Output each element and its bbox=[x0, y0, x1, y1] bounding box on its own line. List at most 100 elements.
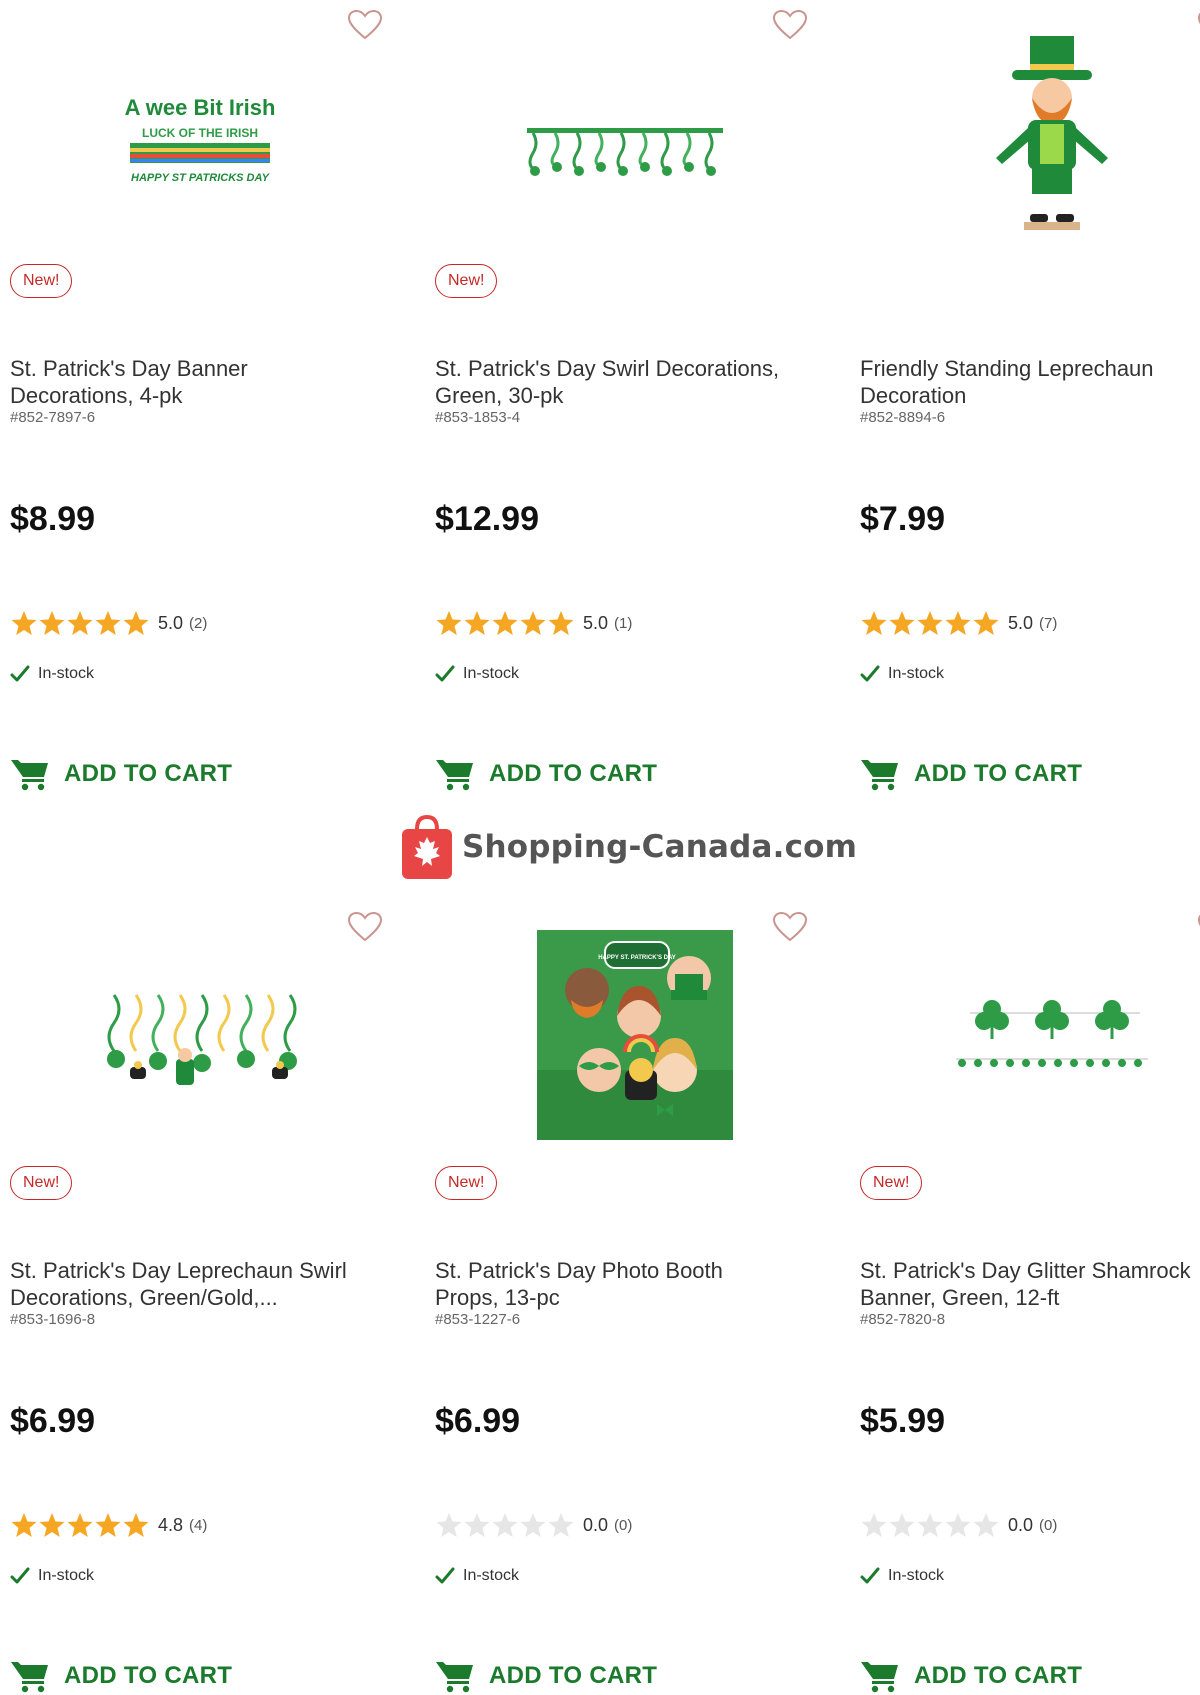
rating-score: 0.0 bbox=[583, 1514, 609, 1535]
leprechaun-swirl-image[interactable] bbox=[50, 920, 350, 1150]
add-to-cart-button[interactable]: ADD TO CART bbox=[435, 1659, 657, 1693]
star-empty-icon bbox=[464, 1513, 490, 1537]
banner-decorations-image[interactable]: A wee Bit Irish LUCK OF THE IRISH HAPPY … bbox=[50, 18, 350, 248]
product-price: $8.99 bbox=[10, 500, 96, 538]
star-filled-icon bbox=[861, 611, 887, 635]
add-to-cart-button[interactable]: ADD TO CART bbox=[10, 757, 232, 791]
wishlist-heart-icon[interactable] bbox=[348, 912, 382, 942]
banner-line-2: LUCK OF THE IRISH bbox=[142, 126, 258, 140]
leprechaun-figure-image[interactable] bbox=[900, 18, 1200, 248]
product-title[interactable]: St. Patrick's Day Leprechaun Swirl Decor… bbox=[10, 1257, 360, 1311]
product-row: New! St. Patrick's Day Leprechaun Swirl … bbox=[0, 902, 1200, 1695]
add-to-cart-button[interactable]: ADD TO CART bbox=[435, 757, 657, 791]
wishlist-heart-icon[interactable] bbox=[773, 10, 807, 40]
rating-score: 5.0 bbox=[158, 612, 184, 633]
product-rating[interactable]: 0.0 (0) bbox=[860, 1512, 1057, 1538]
star-filled-icon bbox=[464, 611, 490, 635]
star-empty-icon bbox=[861, 1513, 887, 1537]
add-to-cart-label: ADD TO CART bbox=[914, 1662, 1083, 1689]
stock-text: In-stock bbox=[463, 665, 520, 682]
star-filled-icon bbox=[67, 1513, 93, 1537]
wishlist-heart-icon[interactable] bbox=[348, 10, 382, 40]
stock-text: In-stock bbox=[888, 1567, 945, 1584]
product-card[interactable]: New! St. Patrick's Day Glitter Shamrock … bbox=[860, 902, 1200, 1695]
add-to-cart-button[interactable]: ADD TO CART bbox=[10, 1659, 232, 1693]
add-to-cart-button[interactable]: ADD TO CART bbox=[860, 1659, 1082, 1693]
cart-icon bbox=[861, 760, 898, 791]
product-rating[interactable]: 4.8 (4) bbox=[10, 1512, 207, 1538]
stock-status: In-stock bbox=[10, 664, 94, 684]
star-filled-icon bbox=[492, 611, 518, 635]
review-count: (2) bbox=[189, 614, 208, 632]
cart-icon bbox=[436, 760, 473, 791]
star-empty-icon bbox=[889, 1513, 915, 1537]
product-rating[interactable]: 5.0 (7) bbox=[860, 610, 1057, 636]
stock-text: In-stock bbox=[463, 1567, 520, 1584]
product-title[interactable]: St. Patrick's Day Swirl Decorations, Gre… bbox=[435, 355, 785, 409]
star-filled-icon bbox=[548, 611, 574, 635]
product-card[interactable]: New! St. Patrick's Day Swirl Decorations… bbox=[435, 0, 835, 836]
star-filled-icon bbox=[520, 611, 546, 635]
product-price: $5.99 bbox=[860, 1402, 946, 1440]
add-to-cart-button[interactable]: ADD TO CART bbox=[860, 757, 1082, 791]
star-empty-icon bbox=[945, 1513, 971, 1537]
add-to-cart-label: ADD TO CART bbox=[489, 760, 658, 787]
checkmark-icon bbox=[860, 665, 880, 682]
checkmark-icon bbox=[435, 665, 455, 682]
product-price: $6.99 bbox=[435, 1402, 521, 1440]
product-rating[interactable]: 5.0 (1) bbox=[435, 610, 632, 636]
star-filled-icon bbox=[11, 611, 37, 635]
review-count: (4) bbox=[189, 1516, 208, 1534]
checkmark-icon bbox=[10, 665, 30, 682]
star-filled-icon bbox=[123, 611, 149, 635]
review-count: (0) bbox=[1039, 1516, 1058, 1534]
product-title[interactable]: St. Patrick's Day Glitter Shamrock Banne… bbox=[860, 1257, 1200, 1311]
checkmark-icon bbox=[435, 1567, 455, 1584]
star-filled-icon bbox=[67, 611, 93, 635]
product-title[interactable]: St. Patrick's Day Banner Decorations, 4-… bbox=[10, 355, 360, 409]
watermark-text: Shopping-Canada.com bbox=[462, 829, 858, 865]
rating-score: 0.0 bbox=[1008, 1514, 1034, 1535]
stock-status: In-stock bbox=[10, 1566, 94, 1586]
photo-booth-props-image[interactable]: HAPPY ST. PATRICK'S DAY bbox=[475, 920, 775, 1150]
star-filled-icon bbox=[889, 611, 915, 635]
review-count: (1) bbox=[614, 614, 633, 632]
shamrock-banner-image[interactable] bbox=[900, 920, 1200, 1150]
rating-stars bbox=[860, 1512, 1000, 1538]
maple-leaf-bag-icon bbox=[402, 814, 452, 879]
product-card[interactable]: Friendly Standing Leprechaun Decoration … bbox=[860, 0, 1200, 836]
rating-stars bbox=[10, 610, 150, 636]
product-title[interactable]: St. Patrick's Day Photo Booth Props, 13-… bbox=[435, 1257, 785, 1311]
stock-status: In-stock bbox=[860, 664, 944, 684]
stock-text: In-stock bbox=[38, 1567, 95, 1584]
stock-text: In-stock bbox=[888, 665, 945, 682]
cart-icon bbox=[436, 1662, 473, 1693]
product-card[interactable]: HAPPY ST. PATRICK'S DAY New! St. Patrick… bbox=[435, 902, 835, 1695]
wishlist-heart-icon[interactable] bbox=[773, 912, 807, 942]
star-filled-icon bbox=[973, 611, 999, 635]
star-filled-icon bbox=[436, 611, 462, 635]
star-filled-icon bbox=[39, 611, 65, 635]
rating-score: 5.0 bbox=[1008, 612, 1034, 633]
star-filled-icon bbox=[917, 611, 943, 635]
rating-score: 4.8 bbox=[158, 1514, 184, 1535]
cart-icon bbox=[11, 760, 48, 791]
product-sku: #852-8894-6 bbox=[860, 409, 946, 426]
cart-icon bbox=[11, 1662, 48, 1693]
product-sku: #853-1853-4 bbox=[435, 409, 521, 426]
swirl-decorations-image[interactable] bbox=[475, 18, 775, 248]
product-title[interactable]: Friendly Standing Leprechaun Decoration bbox=[860, 355, 1200, 409]
new-badge: New! bbox=[860, 1166, 923, 1200]
add-to-cart-label: ADD TO CART bbox=[64, 760, 233, 787]
product-rating[interactable]: 5.0 (2) bbox=[10, 610, 207, 636]
product-card[interactable]: New! St. Patrick's Day Leprechaun Swirl … bbox=[10, 902, 410, 1695]
star-empty-icon bbox=[917, 1513, 943, 1537]
product-sku: #853-1227-6 bbox=[435, 1311, 521, 1328]
product-sku: #853-1696-8 bbox=[10, 1311, 96, 1328]
new-badge: New! bbox=[435, 264, 498, 298]
rating-stars bbox=[435, 1512, 575, 1538]
stock-status: In-stock bbox=[860, 1566, 944, 1586]
product-card[interactable]: A wee Bit Irish LUCK OF THE IRISH HAPPY … bbox=[10, 0, 410, 836]
star-filled-icon bbox=[945, 611, 971, 635]
product-rating[interactable]: 0.0 (0) bbox=[435, 1512, 632, 1538]
